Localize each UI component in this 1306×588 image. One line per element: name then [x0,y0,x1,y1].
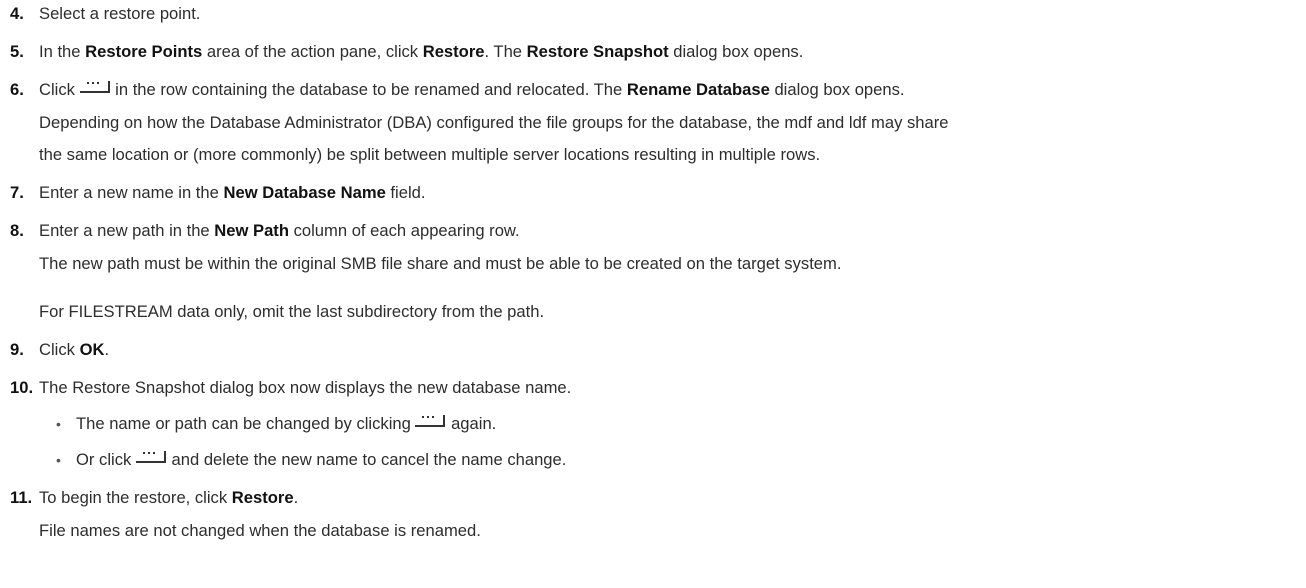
bullet-marker: • [56,416,61,432]
ui-label-ok: OK [79,340,105,359]
step-text: Click OK. [39,340,110,359]
step-number: 7. [10,183,24,202]
bullet-item: Or click and delete the new name to canc… [76,450,567,469]
step-number: 6. [10,80,24,99]
step-text: Select a restore point. [39,4,201,23]
ui-label-rename-database: Rename Database [626,80,770,99]
step-number: 8. [10,221,24,240]
step-text: The Restore Snapshot dialog box now disp… [39,378,572,397]
step-note: For FILESTREAM data only, omit the last … [39,302,545,321]
browse-ellipsis-icon [79,81,110,93]
procedure-steps: 4. Select a restore point. 5. In the Res… [0,0,1306,588]
step-number: 4. [10,4,24,23]
bullet-item: The name or path can be changed by click… [76,414,497,433]
step-text: To begin the restore, click Restore. [39,488,299,507]
step-number: 10. [10,378,34,397]
bullet-marker: • [56,452,61,468]
step-number: 5. [10,42,24,61]
step-number: 9. [10,340,24,359]
ui-label-restore-snapshot: Restore Snapshot [526,42,669,61]
step-text: Enter a new path in the New Path column … [39,221,520,240]
step-note: Depending on how the Database Administra… [39,113,949,132]
step-note: the same location or (more commonly) be … [39,145,821,164]
ui-label-new-database-name: New Database Name [223,183,386,202]
ui-label-restore: Restore [422,42,485,61]
step-text: In the Restore Points area of the action… [39,42,804,61]
step-note: The new path must be within the original… [39,254,842,273]
ui-label-new-path: New Path [214,221,289,240]
ui-label-restore: Restore [231,488,294,507]
browse-ellipsis-icon [415,415,446,427]
browse-ellipsis-icon [135,451,166,463]
step-number: 11. [10,488,33,507]
step-text: Click in the row containing the database… [39,80,905,99]
step-note: File names are not changed when the data… [39,521,481,540]
ui-label-restore-points: Restore Points [85,42,203,61]
step-text: Enter a new name in the New Database Nam… [39,183,426,202]
